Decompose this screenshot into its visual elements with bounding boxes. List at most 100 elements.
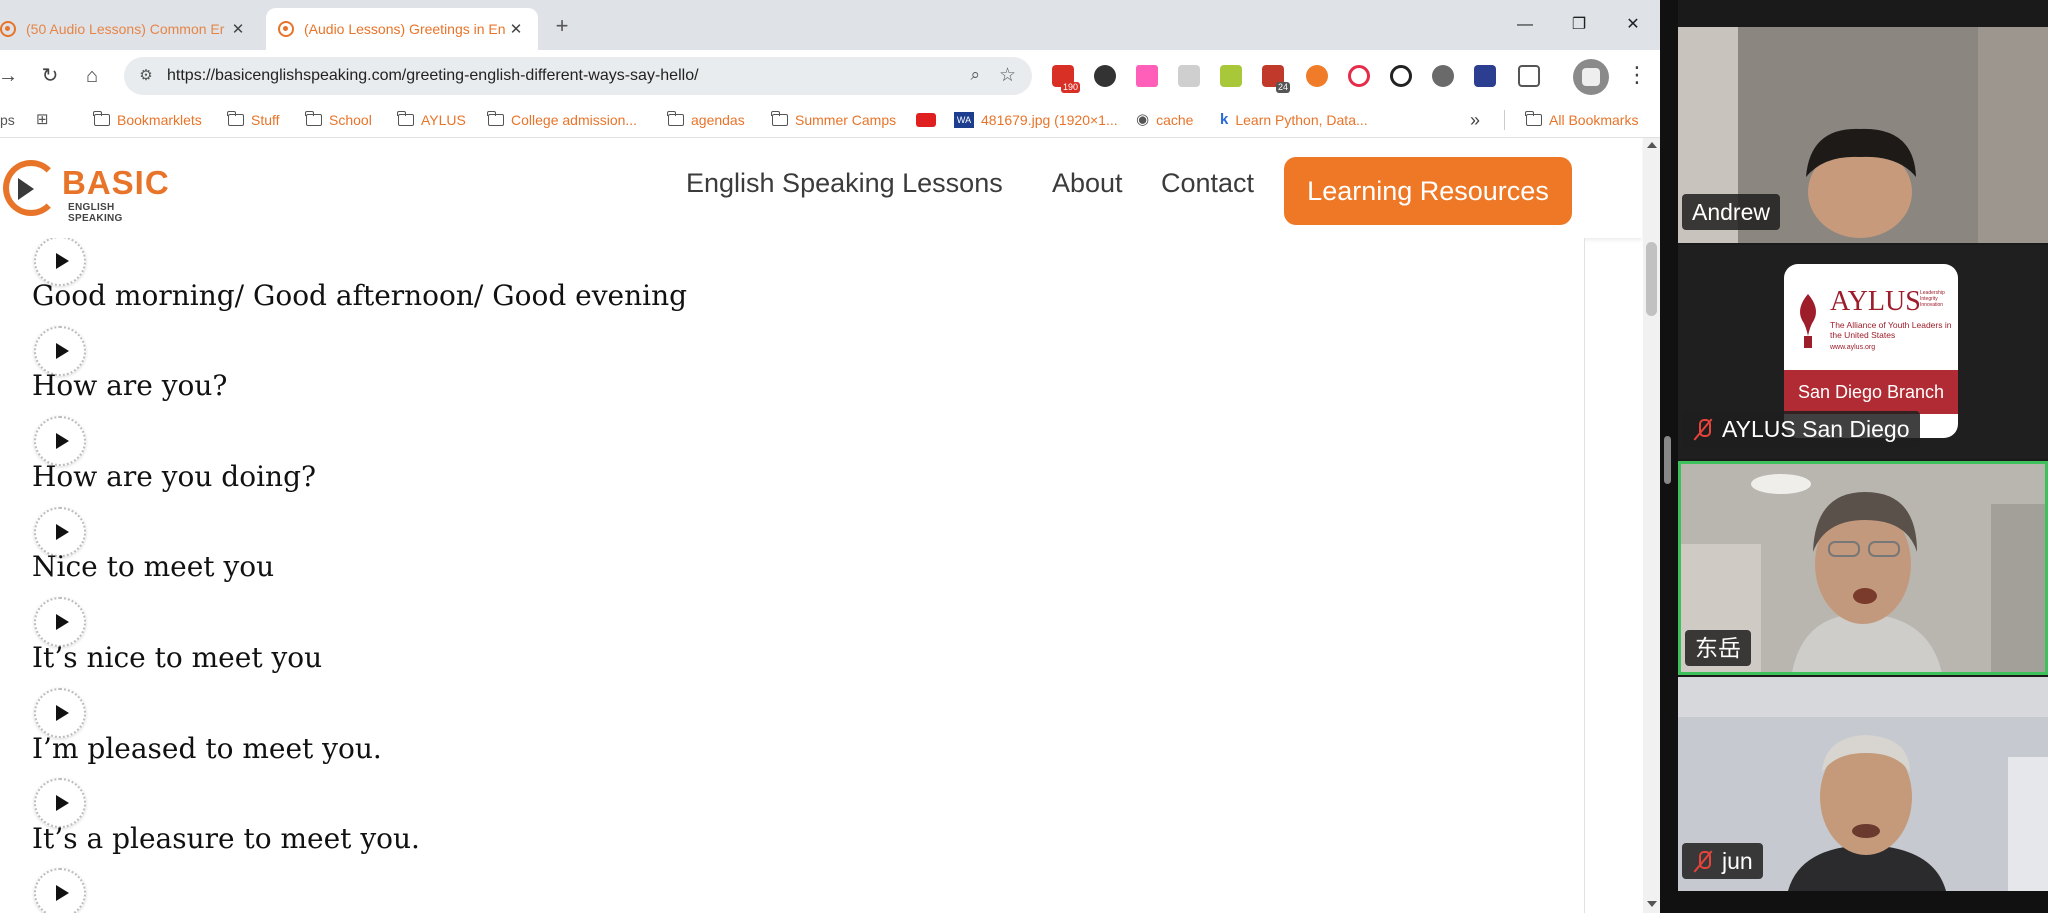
close-tab-icon[interactable]: ✕: [228, 20, 248, 38]
audio-play-button[interactable]: [34, 688, 86, 738]
muted-mic-icon: [1692, 418, 1714, 440]
phrase-text: It’s nice to meet you: [32, 641, 323, 674]
phrase-text: Nice to meet you: [32, 550, 275, 583]
close-tab-icon[interactable]: ✕: [506, 20, 526, 38]
play-extension-icon[interactable]: [1348, 65, 1370, 87]
planet-extension-icon[interactable]: [1432, 65, 1454, 87]
apps-grid-icon[interactable]: ⊞: [36, 102, 56, 138]
site-favicon-icon: [0, 21, 16, 37]
site-info-icon[interactable]: ⚙: [136, 66, 156, 86]
image-extension-icon[interactable]: [1220, 65, 1242, 87]
tab-strip: (50 Audio Lessons) Common Er ✕ (Audio Le…: [0, 0, 1660, 50]
audio-play-button[interactable]: [34, 416, 86, 466]
participant-name-tag: 东岳: [1685, 630, 1751, 666]
scroll-up-arrow-icon[interactable]: [1647, 142, 1657, 148]
folder-icon: [487, 111, 504, 126]
page-scrollbar[interactable]: [1643, 138, 1660, 913]
bookmark-folder-stuff[interactable]: Stuff: [227, 102, 280, 138]
bookmark-folder-aylus[interactable]: AYLUS: [397, 102, 466, 138]
bookmark-image[interactable]: WA 481679.jpg (1920×1...: [954, 102, 1118, 138]
translate-extension-icon[interactable]: [1178, 65, 1200, 87]
phrase-text: Good morning/ Good afternoon/ Good eveni…: [32, 279, 688, 312]
tab-greetings[interactable]: (Audio Lessons) Greetings in En ✕: [266, 8, 538, 50]
tab-title: (50 Audio Lessons) Common Er: [26, 21, 225, 37]
folder-icon: [771, 111, 788, 126]
new-tab-button[interactable]: +: [548, 12, 576, 40]
chart-extension-icon[interactable]: [1474, 65, 1496, 87]
web-page: BASIC ENGLISH SPEAKING English Speaking …: [0, 138, 1660, 913]
bookmark-cache[interactable]: ◉ cache: [1136, 102, 1193, 138]
phrase-text: It’s a pleasure to meet you.: [32, 822, 420, 855]
video-tile-aylus-san-diego[interactable]: AYLUS Leadership Integrity Innovation Th…: [1678, 245, 2048, 459]
bookmark-folder-all-bookmarks[interactable]: All Bookmarks: [1525, 102, 1638, 138]
wa-icon: WA: [954, 112, 974, 128]
arrow-extension-icon[interactable]: [1136, 65, 1158, 87]
bookmarks-divider: [1504, 110, 1505, 130]
nav-contact[interactable]: Contact: [1161, 168, 1254, 199]
folder-icon: [227, 111, 244, 126]
learning-resources-button[interactable]: Learning Resources: [1284, 157, 1572, 225]
audio-play-button[interactable]: [34, 778, 86, 828]
folder-icon: [397, 111, 414, 126]
audio-play-button[interactable]: [34, 868, 86, 913]
tab-common-english[interactable]: (50 Audio Lessons) Common Er ✕: [0, 8, 260, 50]
close-window-button[interactable]: ✕: [1610, 8, 1656, 42]
scroll-thumb[interactable]: [1646, 242, 1657, 316]
gmail-badge: 190: [1060, 82, 1080, 93]
nav-english-speaking-lessons[interactable]: English Speaking Lessons: [686, 168, 1003, 199]
bookmark-star-icon[interactable]: ☆: [999, 64, 1016, 87]
content-divider: [1584, 238, 1585, 913]
phrase-text: How are you doing?: [32, 460, 317, 493]
profile-avatar[interactable]: [1573, 59, 1609, 95]
minimize-button[interactable]: —: [1502, 8, 1548, 42]
extensions-puzzle-icon[interactable]: [1518, 65, 1540, 87]
torch-icon: [1800, 294, 1816, 348]
bookmark-folder-agendas[interactable]: agendas: [667, 102, 745, 138]
bookmark-folder-summer-camps[interactable]: Summer Camps: [771, 102, 896, 138]
scroll-down-arrow-icon[interactable]: [1647, 901, 1657, 907]
zoom-scroll-thumb[interactable]: [1664, 436, 1671, 484]
participant-name-tag: AYLUS San Diego: [1682, 411, 1920, 447]
site-header: BASIC ENGLISH SPEAKING English Speaking …: [0, 138, 1642, 238]
gmail-extension-icon[interactable]: 190: [1052, 65, 1080, 93]
folder-icon: [1525, 111, 1542, 126]
browser-toolbar: → ↻ ⌂ ⚙ https://basicenglishspeaking.com…: [0, 50, 1660, 102]
nav-about[interactable]: About: [1052, 168, 1123, 199]
zoom-panel-bottom: [1678, 891, 2048, 913]
more-bookmarks-icon[interactable]: »: [1470, 102, 1480, 138]
site-favicon-icon: [278, 21, 294, 37]
globe-icon: ◉: [1136, 111, 1150, 128]
audio-play-button[interactable]: [34, 597, 86, 647]
home-icon[interactable]: ⌂: [78, 62, 106, 90]
bookmark-folder-school[interactable]: School: [305, 102, 372, 138]
address-bar[interactable]: ⚙ https://basicenglishspeaking.com/greet…: [124, 57, 1032, 95]
restore-button[interactable]: ❐: [1556, 8, 1602, 42]
folder-icon: [667, 111, 684, 126]
panda-extension-icon[interactable]: [1390, 65, 1412, 87]
bookmark-apps-text[interactable]: ps: [0, 102, 15, 138]
zoom-panel-scrollbar[interactable]: [1660, 0, 1678, 913]
participant-name-tag: jun: [1682, 843, 1763, 879]
reload-icon[interactable]: ↻: [36, 62, 64, 90]
browser-menu-icon[interactable]: ⋮: [1626, 62, 1648, 88]
video-tile-andrew[interactable]: Andrew: [1678, 27, 2048, 243]
zoom-icon[interactable]: ⌕: [970, 65, 980, 85]
site-logo[interactable]: BASIC ENGLISH SPEAKING: [0, 158, 170, 224]
calendar-extension-icon[interactable]: 24: [1262, 65, 1290, 93]
folder-icon: [93, 111, 110, 126]
bookmark-folder-bookmarklets[interactable]: Bookmarklets: [93, 102, 202, 138]
muted-mic-icon: [1692, 850, 1714, 872]
incognito-extension-icon[interactable]: [1094, 65, 1116, 87]
fire-extension-icon[interactable]: [1306, 65, 1328, 87]
forward-icon[interactable]: →: [0, 62, 22, 90]
phrase-text: I’m pleased to meet you.: [32, 732, 382, 765]
video-tile-jun[interactable]: jun: [1678, 677, 2048, 891]
bookmark-folder-college[interactable]: College admission...: [487, 102, 637, 138]
folder-icon: [305, 111, 322, 126]
video-tile-dongyue[interactable]: 东岳: [1678, 461, 2048, 675]
tab-title: (Audio Lessons) Greetings in En: [304, 21, 506, 37]
url-text[interactable]: https://basicenglishspeaking.com/greetin…: [167, 57, 699, 95]
lesson-content: Good morning/ Good afternoon/ Good eveni…: [0, 238, 1585, 913]
bookmark-learn-python[interactable]: k Learn Python, Data...: [1220, 102, 1368, 138]
youtube-bookmark-icon[interactable]: [916, 102, 936, 138]
